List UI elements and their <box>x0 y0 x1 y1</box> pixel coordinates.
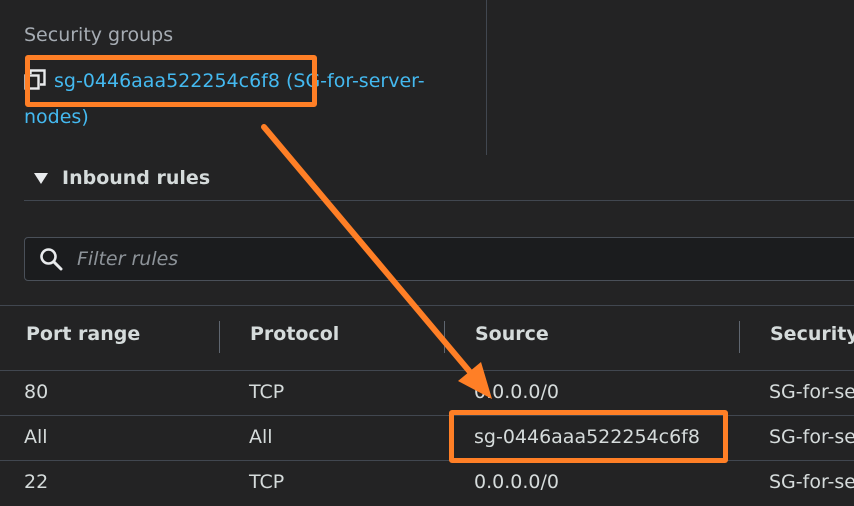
search-icon <box>40 248 63 271</box>
row-divider <box>0 415 854 416</box>
row-3-protocol: TCP <box>249 471 285 493</box>
row-divider <box>0 460 854 461</box>
row-2-source: sg-0446aaa522254c6f8 <box>474 426 700 448</box>
filter-rules-box[interactable] <box>24 237 854 281</box>
row-3-source: 0.0.0.0/0 <box>474 471 559 493</box>
copy-icon[interactable] <box>24 69 46 91</box>
row-2-security-group: SG-for-se <box>769 426 854 448</box>
row-2-port-range: All <box>24 426 48 448</box>
inbound-rules-toggle[interactable]: Inbound rules <box>24 163 210 193</box>
row-3-port-range: 22 <box>24 471 49 493</box>
column-separator[interactable] <box>219 321 220 353</box>
row-1-source: 0.0.0.0/0 <box>474 381 559 403</box>
ec2-instance-security-panel: Security groups sg-0446aaa522254c6f8 (SG… <box>0 0 854 506</box>
security-group-link[interactable]: sg-0446aaa522254c6f8 (SG-for-server-node… <box>24 70 425 128</box>
inbound-rules-title: Inbound rules <box>62 167 211 189</box>
row-3-security-group: SG-for-se <box>769 471 854 493</box>
row-1-protocol: TCP <box>249 381 285 403</box>
table-header-border <box>0 370 854 371</box>
section-divider <box>24 200 854 201</box>
column-header-security-groups[interactable]: Security <box>770 323 854 345</box>
row-1-port-range: 80 <box>24 381 49 403</box>
table-top-border <box>0 305 854 306</box>
row-2-protocol: All <box>249 426 273 448</box>
column-separator[interactable] <box>739 321 740 353</box>
caret-down-icon <box>34 172 48 184</box>
column-divider <box>486 0 487 155</box>
row-1-security-group: SG-for-se <box>769 381 854 403</box>
security-groups-label: Security groups <box>24 24 174 46</box>
security-group-link-container: sg-0446aaa522254c6f8 (SG-for-server-node… <box>24 63 464 135</box>
column-header-port-range[interactable]: Port range <box>26 323 140 345</box>
filter-rules-input[interactable] <box>75 247 779 271</box>
column-header-protocol[interactable]: Protocol <box>250 323 339 345</box>
column-separator[interactable] <box>444 321 445 353</box>
column-header-source[interactable]: Source <box>475 323 549 345</box>
